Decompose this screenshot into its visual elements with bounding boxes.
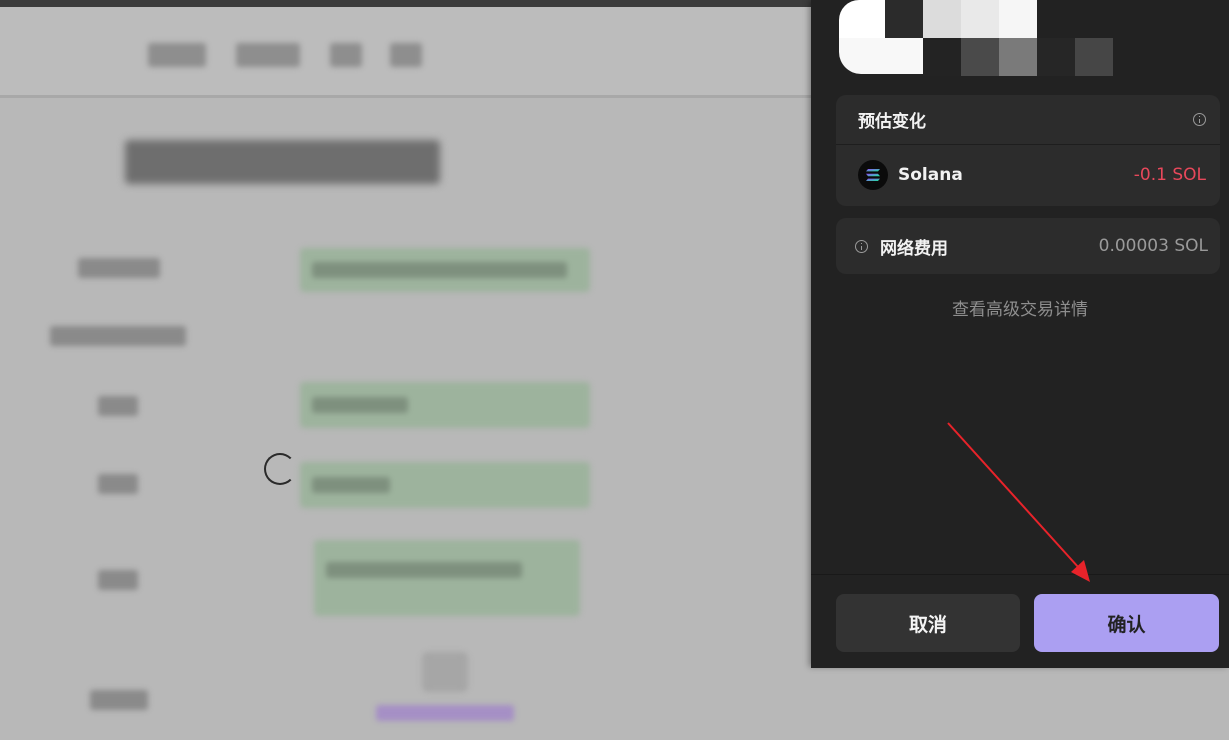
token-change-amount: -0.1 SOL [1133,165,1206,185]
solana-icon [858,160,888,190]
estimated-changes-card: 预估变化 Solana -0.1 SOL [836,95,1220,206]
blurred-input [300,462,590,508]
network-fee-value: 0.00003 SOL [1098,236,1208,256]
token-change-row: Solana -0.1 SOL [836,145,1220,205]
advanced-details-link[interactable]: 查看高级交易详情 [811,295,1229,320]
blurred-form-label [98,396,138,416]
action-footer: 取消 确认 [811,574,1229,668]
blurred-page-title [125,140,440,184]
estimated-changes-title: 预估变化 [858,112,926,132]
blurred-textarea [314,540,580,616]
estimated-changes-header: 预估变化 [836,95,1220,145]
cancel-button[interactable]: 取消 [836,594,1020,652]
blurred-input [300,248,590,292]
blurred-input [300,382,590,428]
blurred-form-label [98,570,138,590]
info-icon[interactable] [1193,113,1206,126]
blurred-nav-item [330,43,362,67]
blurred-nav-item [390,43,422,67]
blurred-section-label [50,326,186,346]
blurred-link [376,705,514,721]
token-name: Solana [898,165,963,185]
blurred-form-label [78,258,160,278]
blurred-image [422,652,468,692]
loading-spinner-icon [264,453,296,485]
blurred-form-label [90,690,148,710]
confirm-button[interactable]: 确认 [1034,594,1219,652]
info-icon[interactable] [855,239,868,253]
blurred-form-label [98,474,138,494]
wallet-confirmation-panel: 预估变化 Solana -0.1 SOL 网络费用 0.00003 SOL 查看… [811,0,1229,668]
blurred-nav-item [236,43,300,67]
network-fee-label: 网络费用 [880,238,948,259]
blurred-nav-item [148,43,206,67]
network-fee-card: 网络费用 0.00003 SOL [836,218,1220,274]
